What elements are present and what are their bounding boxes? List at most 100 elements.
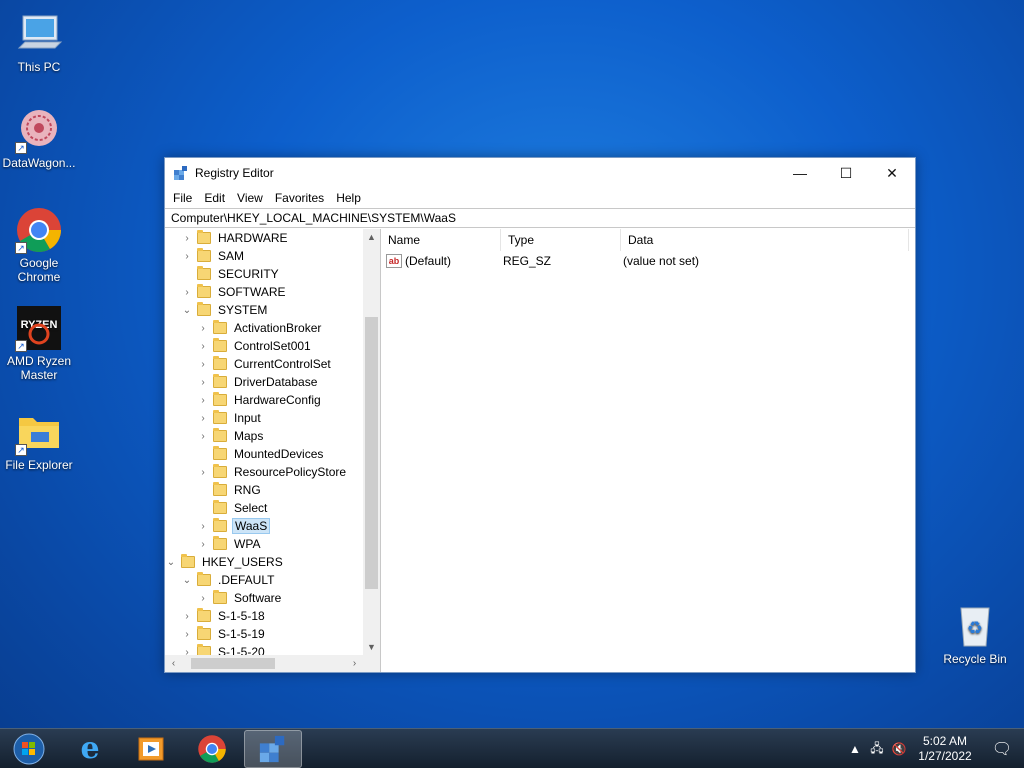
scroll-left-icon[interactable]: ‹: [165, 655, 182, 672]
tree-node[interactable]: ⌄ HKEY_USERS: [165, 553, 285, 571]
taskbar-registry-editor[interactable]: [244, 729, 302, 768]
start-button[interactable]: [0, 730, 58, 768]
tree-node[interactable]: › S-1-5-18: [181, 607, 267, 625]
tree-node[interactable]: RNG: [197, 481, 263, 499]
network-icon[interactable]: 🖧: [866, 739, 888, 760]
folder-icon: [181, 554, 195, 568]
scroll-up-icon[interactable]: ▲: [363, 229, 380, 245]
tree-node[interactable]: MountedDevices: [197, 445, 325, 463]
tree-node-label: SOFTWARE: [218, 285, 286, 299]
menu-file[interactable]: File: [167, 191, 198, 205]
chevron-icon[interactable]: ⌄: [165, 557, 177, 568]
volume-muted-icon[interactable]: 🔇: [888, 742, 910, 756]
taskbar: e ▲ 🖧 🔇 5:02 AM 1/27/2022 🗨: [0, 728, 1024, 768]
folder-icon: [197, 572, 211, 586]
show-hidden-icons-icon[interactable]: ▲: [844, 742, 866, 756]
values-pane: Name Type Data ab (Default) REG_SZ (value…: [381, 229, 915, 672]
chevron-icon[interactable]: ›: [197, 521, 209, 532]
tree-node[interactable]: ⌄ .DEFAULT: [181, 571, 276, 589]
folder-icon: [213, 374, 227, 388]
taskbar-media-player[interactable]: [122, 730, 180, 768]
registry-editor-icon: [173, 165, 189, 181]
column-type[interactable]: Type: [501, 229, 621, 251]
registry-editor-window: Registry Editor — ☐ ✕ File Edit View Fav…: [164, 157, 916, 673]
title-bar[interactable]: Registry Editor — ☐ ✕: [165, 158, 915, 188]
desktop-icon-label: File Explorer: [5, 458, 73, 472]
tree-node[interactable]: › WPA: [197, 535, 262, 553]
menu-view[interactable]: View: [231, 191, 269, 205]
chevron-icon[interactable]: ›: [181, 611, 193, 622]
tree-node[interactable]: › CurrentControlSet: [197, 355, 333, 373]
desktop-icon-recycle-bin[interactable]: ♻ Recycle Bin: [937, 602, 1013, 666]
tree-node[interactable]: › ResourcePolicyStore: [197, 463, 348, 481]
notification-center-icon[interactable]: 🗨: [980, 739, 1024, 759]
tree-node-label: Select: [234, 501, 268, 515]
menu-help[interactable]: Help: [330, 191, 367, 205]
tree-node-label: SYSTEM: [218, 303, 268, 317]
tree-node[interactable]: › Input: [197, 409, 263, 427]
tree-node[interactable]: › ActivationBroker: [197, 319, 323, 337]
minimize-button[interactable]: —: [777, 158, 823, 188]
folder-icon: [213, 446, 227, 460]
desktop-icon-this-pc[interactable]: This PC: [1, 10, 77, 74]
address-bar[interactable]: Computer\HKEY_LOCAL_MACHINE\SYSTEM\WaaS: [165, 208, 915, 228]
tree-node-label: RNG: [234, 483, 261, 497]
clock[interactable]: 5:02 AM 1/27/2022: [910, 734, 980, 764]
maximize-button[interactable]: ☐: [823, 158, 869, 188]
value-row[interactable]: ab (Default) REG_SZ (value not set): [381, 251, 915, 271]
scroll-down-icon[interactable]: ▼: [363, 639, 380, 655]
scroll-right-icon[interactable]: ›: [346, 655, 363, 672]
chevron-icon[interactable]: ⌄: [181, 305, 193, 316]
menu-favorites[interactable]: Favorites: [269, 191, 330, 205]
desktop-icon-amd-ryzen-master[interactable]: RYZEN ↗ AMD Ryzen Master: [1, 304, 77, 382]
desktop-icon-file-explorer[interactable]: ↗ File Explorer: [1, 408, 77, 472]
chevron-icon[interactable]: ›: [197, 395, 209, 406]
folder-icon: [197, 608, 211, 622]
chevron-icon[interactable]: ›: [197, 323, 209, 334]
taskbar-chrome[interactable]: [183, 730, 241, 768]
chevron-icon[interactable]: ›: [197, 377, 209, 388]
tree-node[interactable]: › HARDWARE: [181, 229, 290, 247]
taskbar-internet-explorer[interactable]: e: [61, 730, 119, 768]
menu-edit[interactable]: Edit: [198, 191, 231, 205]
chevron-icon[interactable]: ›: [197, 431, 209, 442]
chevron-icon[interactable]: ›: [197, 341, 209, 352]
datawagon-icon: ↗: [15, 106, 63, 154]
chevron-icon[interactable]: ›: [197, 593, 209, 604]
tree-node[interactable]: › SOFTWARE: [181, 283, 288, 301]
desktop-icon-label: This PC: [17, 60, 61, 74]
tree-node[interactable]: Select: [197, 499, 269, 517]
tree-vertical-scrollbar[interactable]: ▲ ▼: [363, 229, 380, 655]
windows-logo-icon: [13, 733, 45, 764]
tree-node-label: WPA: [234, 537, 261, 551]
tree-node[interactable]: › S-1-5-19: [181, 625, 267, 643]
column-data[interactable]: Data: [621, 229, 909, 251]
scroll-thumb[interactable]: [191, 658, 275, 669]
chevron-icon[interactable]: ›: [197, 413, 209, 424]
tree-node[interactable]: › ControlSet001: [197, 337, 313, 355]
close-button[interactable]: ✕: [869, 158, 915, 188]
tree-node-selected[interactable]: › WaaS: [197, 517, 271, 535]
tree-horizontal-scrollbar[interactable]: ‹ ›: [165, 655, 380, 672]
desktop-icon-datawagon[interactable]: ↗ DataWagon...: [1, 106, 77, 170]
chevron-icon[interactable]: ›: [197, 539, 209, 550]
scroll-thumb[interactable]: [365, 317, 378, 589]
folder-icon: [213, 392, 227, 406]
tree-node[interactable]: › SAM: [181, 247, 246, 265]
tree-node[interactable]: ⌄ SYSTEM: [181, 301, 269, 319]
chevron-icon[interactable]: ›: [197, 359, 209, 370]
chevron-icon[interactable]: ›: [181, 287, 193, 298]
tree-node[interactable]: › HardwareConfig: [197, 391, 323, 409]
column-name[interactable]: Name: [381, 229, 501, 251]
chevron-icon[interactable]: ›: [181, 629, 193, 640]
media-player-icon: [138, 737, 164, 760]
chevron-icon[interactable]: ⌄: [181, 575, 193, 586]
chevron-icon[interactable]: ›: [197, 467, 209, 478]
tree-node[interactable]: › Software: [197, 589, 283, 607]
tree-node[interactable]: › DriverDatabase: [197, 373, 319, 391]
desktop-icon-google-chrome[interactable]: ↗ Google Chrome: [1, 206, 77, 284]
tree-node[interactable]: SECURITY: [181, 265, 281, 283]
chevron-icon[interactable]: ›: [181, 233, 193, 244]
chevron-icon[interactable]: ›: [181, 251, 193, 262]
tree-node[interactable]: › Maps: [197, 427, 265, 445]
